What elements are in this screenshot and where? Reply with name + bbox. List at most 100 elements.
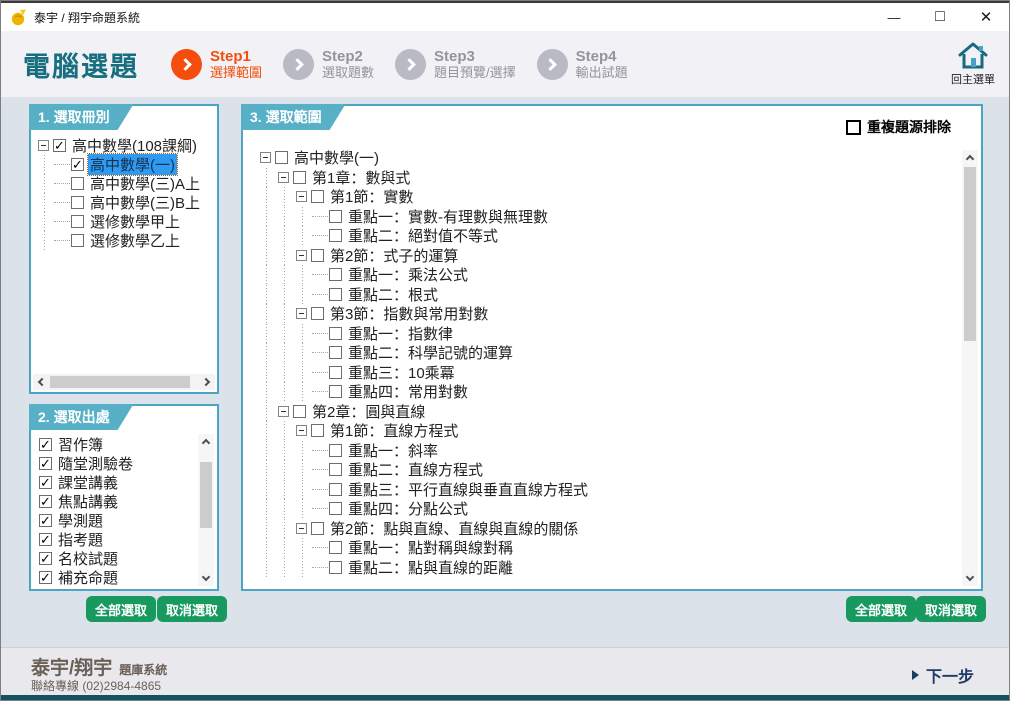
- collapse-icon[interactable]: [296, 523, 307, 534]
- collapse-icon[interactable]: [38, 140, 49, 151]
- checkbox[interactable]: [329, 346, 342, 359]
- checkbox[interactable]: [39, 476, 52, 489]
- scroll-down-icon[interactable]: [198, 570, 214, 586]
- tree-item-label[interactable]: 高中數學(一): [88, 154, 177, 175]
- checkbox[interactable]: [329, 541, 342, 554]
- list-item-label[interactable]: 習作簿: [56, 435, 105, 455]
- checkbox[interactable]: [329, 229, 342, 242]
- collapse-icon[interactable]: [278, 172, 289, 183]
- close-icon[interactable]: ✕: [963, 3, 1009, 31]
- tree-item-label[interactable]: 重點二：根式: [346, 284, 440, 305]
- checkbox[interactable]: [311, 190, 324, 203]
- checkbox[interactable]: [311, 522, 324, 535]
- checkbox[interactable]: [293, 405, 306, 418]
- checkbox[interactable]: [329, 502, 342, 515]
- tree-item-label[interactable]: 第1節：實數: [328, 186, 415, 207]
- vertical-scrollbar[interactable]: [198, 434, 214, 586]
- next-step-button[interactable]: 下一步: [912, 663, 974, 687]
- collapse-icon[interactable]: [278, 406, 289, 417]
- checkbox[interactable]: [293, 171, 306, 184]
- checkbox[interactable]: [329, 327, 342, 340]
- scroll-right-icon[interactable]: [199, 374, 215, 390]
- checkbox[interactable]: [71, 215, 84, 228]
- checkbox[interactable]: [71, 177, 84, 190]
- list-item-label[interactable]: 名校試題: [56, 548, 120, 569]
- checkbox[interactable]: [275, 151, 288, 164]
- tree-item-label[interactable]: 第3節：指數與常用對數: [328, 303, 490, 324]
- tree-item-label[interactable]: 選修數學乙上: [88, 230, 182, 250]
- maximize-icon[interactable]: □: [917, 3, 963, 31]
- checkbox[interactable]: [39, 514, 52, 527]
- checkbox[interactable]: [39, 438, 52, 451]
- checkbox[interactable]: [329, 561, 342, 574]
- list-item-label[interactable]: 指考題: [56, 529, 105, 550]
- checkbox[interactable]: [39, 495, 52, 508]
- tree-item-label[interactable]: 重點二：點與直線的距離: [346, 557, 515, 578]
- tree-item-label[interactable]: 重點四：常用對數: [346, 381, 470, 402]
- tree-item-label[interactable]: 重點一：實數-有理數與無理數: [346, 206, 550, 227]
- deselect-button[interactable]: 取消選取: [157, 596, 227, 622]
- checkbox[interactable]: [311, 249, 324, 262]
- checkbox[interactable]: [329, 463, 342, 476]
- tree-item-label[interactable]: 重點三：平行直線與垂直直線方程式: [346, 479, 590, 500]
- checkbox[interactable]: [311, 424, 324, 437]
- checkbox[interactable]: [39, 552, 52, 565]
- tree-item-label[interactable]: 高中數學(一): [292, 148, 381, 168]
- tree-item-label[interactable]: 重點一：斜率: [346, 440, 440, 461]
- collapse-icon[interactable]: [260, 152, 271, 163]
- checkbox[interactable]: [329, 483, 342, 496]
- minimize-icon[interactable]: —: [871, 3, 917, 31]
- scroll-up-icon[interactable]: [198, 434, 214, 450]
- horizontal-scrollbar[interactable]: [33, 374, 215, 390]
- tree-item-label[interactable]: 重點一：指數律: [346, 323, 455, 344]
- dedupe-checkbox[interactable]: [846, 120, 861, 135]
- tree-item-label[interactable]: 重點一：乘法公式: [346, 264, 470, 285]
- tree-item-label[interactable]: 重點二：科學記號的運算: [346, 342, 515, 363]
- checkbox[interactable]: [71, 196, 84, 209]
- checkbox[interactable]: [311, 307, 324, 320]
- step-3[interactable]: Step3題目預覽/選擇: [395, 48, 516, 80]
- list-item-label[interactable]: 課堂講義: [56, 472, 120, 493]
- select-all-button[interactable]: 全部選取: [86, 596, 156, 622]
- collapse-icon[interactable]: [296, 191, 307, 202]
- tree-item-label[interactable]: 選修數學甲上: [88, 211, 182, 232]
- tree-item-label[interactable]: 重點二：絕對值不等式: [346, 225, 500, 246]
- checkbox[interactable]: [329, 385, 342, 398]
- scroll-left-icon[interactable]: [33, 374, 49, 390]
- list-item-label[interactable]: 隨堂測驗卷: [56, 453, 135, 474]
- tree-item-label[interactable]: 高中數學(三)A上: [88, 173, 202, 194]
- checkbox[interactable]: [71, 158, 84, 171]
- tree-item-label[interactable]: 第2節：式子的運算: [328, 245, 460, 266]
- step-2[interactable]: Step2選取題數: [283, 48, 374, 80]
- tree-item-label[interactable]: 重點四：分點公式: [346, 498, 470, 519]
- checkbox[interactable]: [329, 268, 342, 281]
- checkbox[interactable]: [39, 571, 52, 584]
- list-item-label[interactable]: 焦點講義: [56, 491, 120, 512]
- vertical-scrollbar[interactable]: [962, 150, 978, 586]
- checkbox[interactable]: [39, 533, 52, 546]
- scrollbar-thumb[interactable]: [964, 167, 976, 341]
- list-item-label[interactable]: 學測題: [56, 510, 105, 531]
- checkbox[interactable]: [53, 139, 66, 152]
- tree-item-label[interactable]: 第2章：圓與直線: [310, 401, 427, 422]
- collapse-icon[interactable]: [296, 425, 307, 436]
- scroll-down-icon[interactable]: [962, 570, 978, 586]
- list-item-label[interactable]: 補充命題: [56, 567, 120, 587]
- tree-item-label[interactable]: 重點一：點對稱與線對稱: [346, 537, 515, 558]
- collapse-icon[interactable]: [296, 308, 307, 319]
- scroll-up-icon[interactable]: [962, 150, 978, 166]
- select-all-button[interactable]: 全部選取: [846, 596, 916, 622]
- checkbox[interactable]: [39, 457, 52, 470]
- step-1[interactable]: Step1選擇範圍: [171, 48, 262, 80]
- checkbox[interactable]: [329, 444, 342, 457]
- duplicate-source-filter[interactable]: 重複題源排除: [846, 117, 951, 137]
- scrollbar-thumb[interactable]: [200, 462, 212, 528]
- tree-item-label[interactable]: 第1節：直線方程式: [328, 420, 460, 441]
- tree-item-label[interactable]: 重點三：10乘冪: [346, 362, 457, 383]
- step-4[interactable]: Step4輸出試題: [537, 48, 628, 80]
- collapse-icon[interactable]: [296, 250, 307, 261]
- checkbox[interactable]: [329, 366, 342, 379]
- scrollbar-thumb[interactable]: [50, 376, 190, 388]
- checkbox[interactable]: [329, 210, 342, 223]
- tree-item-label[interactable]: 高中數學(三)B上: [88, 192, 202, 213]
